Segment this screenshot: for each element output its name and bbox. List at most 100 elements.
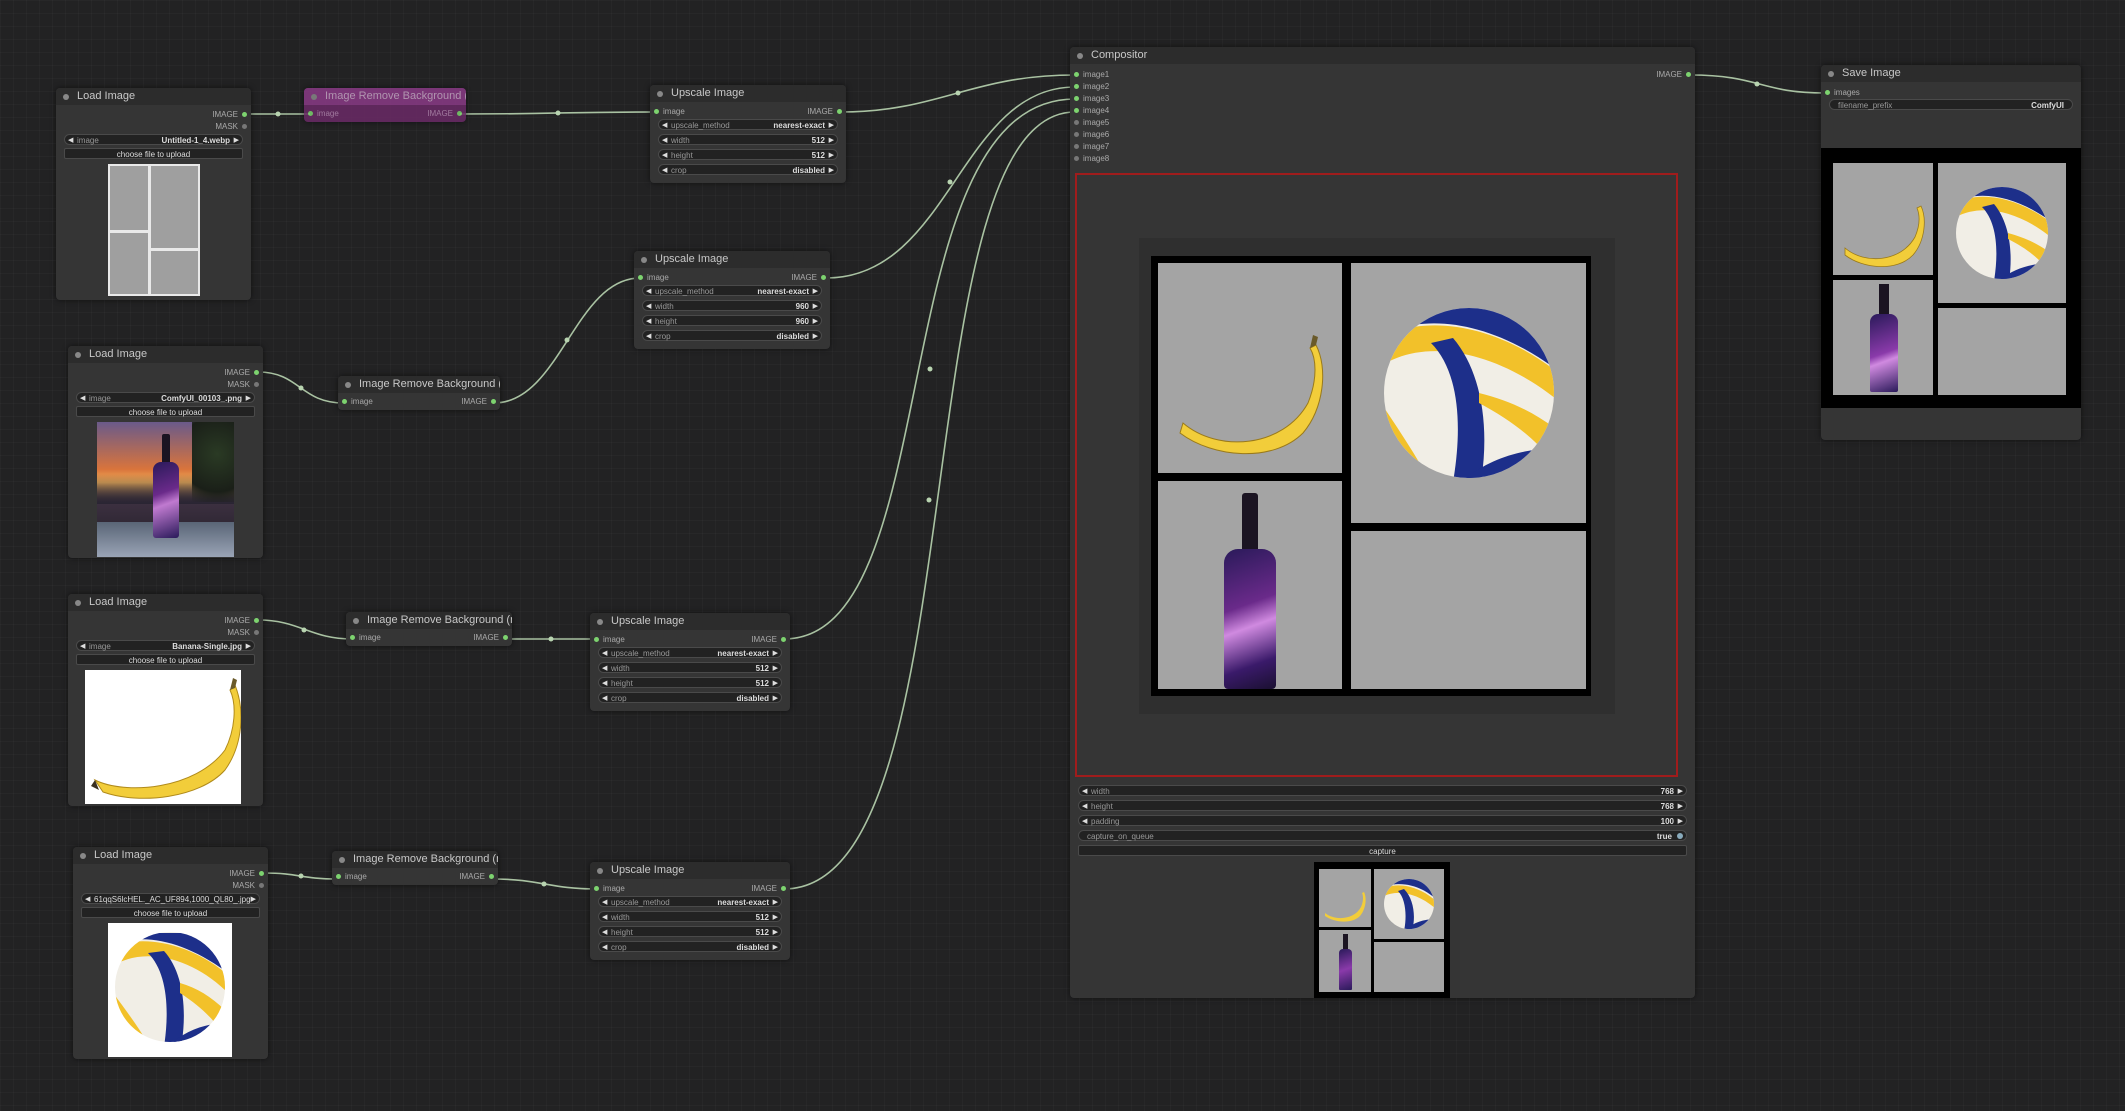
crop-combo[interactable]: ◀ crop disabled ▶ <box>598 692 782 703</box>
collapse-dot-icon[interactable] <box>597 868 603 874</box>
remove-background-node-3[interactable]: Image Remove Background (rembg) image IM… <box>346 612 512 646</box>
upload-button[interactable]: choose file to upload <box>76 406 255 417</box>
input-image-slot[interactable]: image <box>342 396 373 407</box>
upscale-method-combo[interactable]: ◀ upscale_method nearest-exact ▶ <box>658 119 838 130</box>
image-combo[interactable]: ◀ image ComfyUI_00103_.png ▶ <box>76 392 255 403</box>
upscale-image-node-2[interactable]: Upscale Image image IMAGE ◀ upscale_metho… <box>634 251 830 349</box>
arrow-left-icon[interactable]: ◀ <box>646 286 651 297</box>
arrow-right-icon[interactable]: ▶ <box>251 894 256 905</box>
input-images-slot[interactable]: images <box>1825 87 1860 98</box>
arrow-right-icon[interactable]: ▶ <box>773 927 778 938</box>
height-number[interactable]: ◀ height 960 ▶ <box>642 315 822 326</box>
output-image-slot[interactable]: IMAGE <box>459 871 494 882</box>
slot-dot-icon[interactable] <box>1074 144 1079 149</box>
arrow-right-icon[interactable]: ▶ <box>829 150 834 161</box>
arrow-right-icon[interactable]: ▶ <box>773 693 778 704</box>
slot-dot-icon[interactable] <box>336 874 341 879</box>
image-combo[interactable]: ◀ image Untitled-1_4.webp ▶ <box>64 134 243 145</box>
slot-dot-icon[interactable] <box>342 399 347 404</box>
node-title[interactable]: Image Remove Background (rembg) <box>338 376 500 393</box>
remove-background-node-4[interactable]: Image Remove Background (rembg) image IM… <box>332 851 498 885</box>
input-image-slot[interactable]: image <box>594 634 625 645</box>
filename-prefix-input[interactable]: filename_prefix ComfyUI <box>1829 99 2073 110</box>
arrow-right-icon[interactable]: ▶ <box>829 120 834 131</box>
width-number[interactable]: ◀ width 512 ▶ <box>598 662 782 673</box>
upload-button[interactable]: choose file to upload <box>81 907 260 918</box>
height-number[interactable]: ◀ height 512 ▶ <box>598 926 782 937</box>
tile-bottle[interactable] <box>1158 481 1342 689</box>
tile-banana[interactable] <box>1158 263 1342 473</box>
arrow-left-icon[interactable]: ◀ <box>80 641 85 652</box>
node-title[interactable]: Save Image <box>1821 65 2081 82</box>
node-title[interactable]: Load Image <box>73 847 268 864</box>
slot-dot-icon[interactable] <box>254 370 259 375</box>
arrow-left-icon[interactable]: ◀ <box>602 678 607 689</box>
output-image-slot[interactable]: IMAGE <box>212 109 247 120</box>
image-combo[interactable]: ◀ image Banana-Single.jpg ▶ <box>76 640 255 651</box>
slot-dot-icon[interactable] <box>594 637 599 642</box>
load-image-node-3[interactable]: Load Image IMAGE MASK ◀ image Banana-Singl… <box>68 594 263 806</box>
output-image-slot[interactable]: IMAGE <box>807 106 842 117</box>
arrow-right-icon[interactable]: ▶ <box>773 663 778 674</box>
node-title[interactable]: Upscale Image <box>650 85 846 102</box>
slot-dot-icon[interactable] <box>1686 72 1691 77</box>
upscale-method-combo[interactable]: ◀ upscale_method nearest-exact ▶ <box>598 896 782 907</box>
collapse-dot-icon[interactable] <box>657 91 663 97</box>
input-image7-slot[interactable]: image7 <box>1074 141 1109 152</box>
collapse-dot-icon[interactable] <box>345 382 351 388</box>
slot-dot-icon[interactable] <box>821 275 826 280</box>
upscale-image-node-4[interactable]: Upscale Image image IMAGE ◀ upscale_metho… <box>590 862 790 960</box>
remove-background-node-bypassed[interactable]: Image Remove Background (rembg) image IM… <box>304 88 466 122</box>
tile-volleyball[interactable] <box>1351 263 1586 523</box>
arrow-right-icon[interactable]: ▶ <box>773 912 778 923</box>
slot-dot-icon[interactable] <box>837 109 842 114</box>
collapse-dot-icon[interactable] <box>75 600 81 606</box>
arrow-right-icon[interactable]: ▶ <box>813 316 818 327</box>
upload-button[interactable]: choose file to upload <box>64 148 243 159</box>
node-title[interactable]: Upscale Image <box>590 862 790 879</box>
node-title[interactable]: Image Remove Background (rembg) <box>332 851 498 868</box>
arrow-right-icon[interactable]: ▶ <box>829 135 834 146</box>
arrow-right-icon[interactable]: ▶ <box>234 135 239 146</box>
collapse-dot-icon[interactable] <box>353 618 359 624</box>
arrow-right-icon[interactable]: ▶ <box>773 648 778 659</box>
output-mask-slot[interactable]: MASK <box>215 121 247 132</box>
image-combo[interactable]: ◀ 61qqS6lcHEL._AC_UF894,1000_QL80_.jpg ▶ <box>81 893 260 904</box>
slot-dot-icon[interactable] <box>254 630 259 635</box>
upload-button[interactable]: choose file to upload <box>76 654 255 665</box>
composition-canvas[interactable] <box>1075 173 1678 777</box>
output-image-slot[interactable]: IMAGE <box>229 868 264 879</box>
output-image-slot[interactable]: IMAGE <box>427 108 462 119</box>
slot-dot-icon[interactable] <box>503 635 508 640</box>
node-title[interactable]: Upscale Image <box>590 613 790 630</box>
slot-dot-icon[interactable] <box>594 886 599 891</box>
arrow-left-icon[interactable]: ◀ <box>602 942 607 953</box>
load-image-node-4[interactable]: Load Image IMAGE MASK ◀ 61qqS6lcHEL._AC_U… <box>73 847 268 1059</box>
arrow-left-icon[interactable]: ◀ <box>662 120 667 131</box>
arrow-left-icon[interactable]: ◀ <box>662 165 667 176</box>
width-number[interactable]: ◀ width 768 ▶ <box>1078 785 1687 796</box>
arrow-left-icon[interactable]: ◀ <box>602 897 607 908</box>
output-image-slot[interactable]: IMAGE <box>473 632 508 643</box>
slot-dot-icon[interactable] <box>254 618 259 623</box>
input-image8-slot[interactable]: image8 <box>1074 153 1109 164</box>
arrow-left-icon[interactable]: ◀ <box>602 927 607 938</box>
input-image-slot[interactable]: image <box>308 108 339 119</box>
slot-dot-icon[interactable] <box>1074 72 1079 77</box>
remove-background-node-2[interactable]: Image Remove Background (rembg) image IM… <box>338 376 500 410</box>
slot-dot-icon[interactable] <box>259 871 264 876</box>
arrow-left-icon[interactable]: ◀ <box>602 693 607 704</box>
output-image-slot[interactable]: IMAGE <box>1656 69 1691 80</box>
crop-combo[interactable]: ◀ crop disabled ▶ <box>598 941 782 952</box>
slot-dot-icon[interactable] <box>1074 132 1079 137</box>
slot-dot-icon[interactable] <box>489 874 494 879</box>
height-number[interactable]: ◀ height 512 ▶ <box>658 149 838 160</box>
input-image6-slot[interactable]: image6 <box>1074 129 1109 140</box>
arrow-right-icon[interactable]: ▶ <box>773 942 778 953</box>
arrow-left-icon[interactable]: ◀ <box>662 135 667 146</box>
upscale-method-combo[interactable]: ◀ upscale_method nearest-exact ▶ <box>598 647 782 658</box>
input-image-slot[interactable]: image <box>654 106 685 117</box>
output-mask-slot[interactable]: MASK <box>227 379 259 390</box>
input-image3-slot[interactable]: image3 <box>1074 93 1109 104</box>
arrow-right-icon[interactable]: ▶ <box>246 641 251 652</box>
